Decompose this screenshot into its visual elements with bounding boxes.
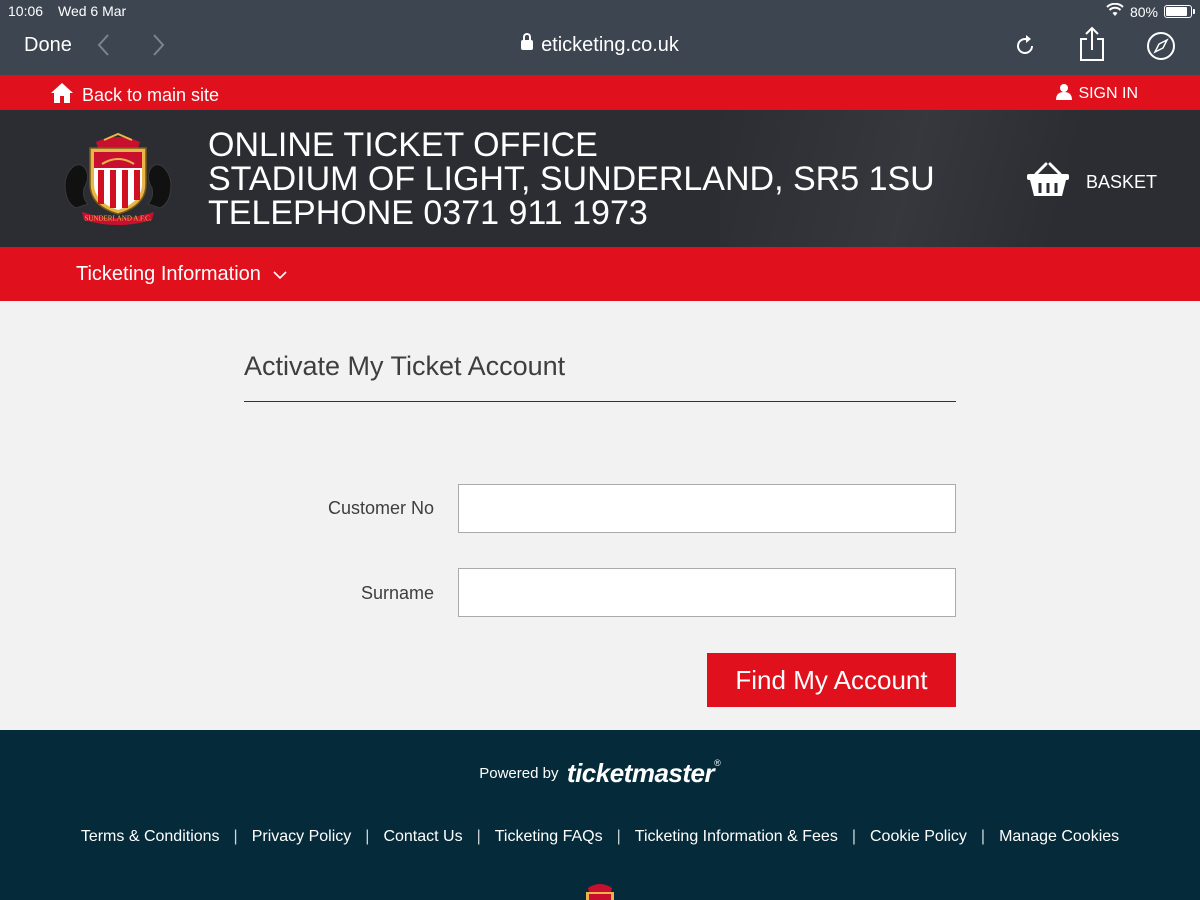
safari-toolbar: Done eticketing.co.uk (0, 26, 1200, 66)
user-icon (1056, 83, 1073, 105)
footer-links: Terms & Conditions | Privacy Policy | Cont… (0, 828, 1200, 846)
back-link-label: Back to main site (82, 85, 220, 105)
status-date: Wed 6 Mar (58, 3, 127, 19)
ticketing-information-menu[interactable]: Ticketing Information (76, 263, 287, 286)
footer-link-ticketing-info[interactable]: Ticketing Information & Fees (621, 828, 852, 846)
reload-icon[interactable] (1013, 34, 1037, 63)
battery-percent: 80% (1129, 3, 1158, 20)
surname-input[interactable] (458, 568, 956, 617)
registered-mark: ® (714, 758, 721, 768)
basket-button[interactable]: BASKET (1026, 162, 1157, 203)
status-bar: 10:06 Wed 6 Mar 80% (0, 2, 1200, 21)
page-title: Activate My Ticket Account (244, 351, 566, 381)
ticketmaster-logo[interactable]: ticketmaster (567, 758, 715, 788)
office-address: STADIUM OF LIGHT, SUNDERLAND, SR5 1SU (208, 160, 935, 198)
footer-link-cookie-policy[interactable]: Cookie Policy (856, 828, 981, 846)
find-my-account-button[interactable]: Find My Account (707, 653, 956, 707)
status-time: 10:06 (8, 3, 44, 19)
powered-by-label: Powered by (479, 765, 559, 782)
footer-link-manage-cookies[interactable]: Manage Cookies (985, 828, 1133, 846)
footer-link-terms[interactable]: Terms & Conditions (67, 828, 234, 846)
surname-label: Surname (360, 583, 434, 603)
wifi-icon (1106, 2, 1124, 20)
club-crest-logo[interactable]: SUNDERLAND A.F.C. (60, 132, 176, 228)
ticketing-information-label: Ticketing Information (76, 263, 261, 285)
sign-in-label: SIGN IN (1078, 85, 1138, 102)
sign-in-link[interactable]: SIGN IN (1056, 83, 1138, 105)
home-icon (50, 82, 74, 109)
footer-link-faqs[interactable]: Ticketing FAQs (481, 828, 617, 846)
footer-link-contact[interactable]: Contact Us (369, 828, 476, 846)
office-title: ONLINE TICKET OFFICE (208, 126, 598, 164)
title-divider (244, 401, 956, 402)
office-telephone: TELEPHONE 0371 911 1973 (208, 194, 648, 232)
top-strip: Back to main site SIGN IN (0, 75, 1200, 110)
url-text: eticketing.co.uk (541, 34, 679, 56)
chevron-down-icon (273, 263, 287, 286)
customer-no-label: Customer No (327, 498, 434, 518)
basket-icon (1026, 162, 1070, 203)
compass-icon[interactable] (1146, 31, 1176, 66)
main-nav: Ticketing Information (0, 247, 1200, 301)
battery-icon (1164, 5, 1195, 18)
browser-chrome: 10:06 Wed 6 Mar 80% Done eticketing.co.u… (0, 0, 1200, 75)
footer-link-privacy[interactable]: Privacy Policy (238, 828, 366, 846)
customer-no-input[interactable] (458, 484, 956, 533)
powered-by: Powered by ticketmaster® (0, 758, 1200, 789)
back-to-main-site-link[interactable]: Back to main site (50, 82, 219, 109)
svg-text:SUNDERLAND A.F.C.: SUNDERLAND A.F.C. (84, 215, 151, 223)
basket-label: BASKET (1086, 172, 1158, 192)
site-footer: Powered by ticketmaster® Terms & Conditi… (0, 730, 1200, 900)
ticket-office-info: ONLINE TICKET OFFICE STADIUM OF LIGHT, S… (208, 128, 935, 230)
main-content: Activate My Ticket Account Customer No S… (0, 301, 1200, 730)
share-icon[interactable] (1078, 26, 1106, 67)
footer-crest-logo (578, 878, 622, 900)
lock-icon (521, 33, 534, 50)
site-header: SUNDERLAND A.F.C. ONLINE TICKET OFFICE S… (0, 110, 1200, 247)
